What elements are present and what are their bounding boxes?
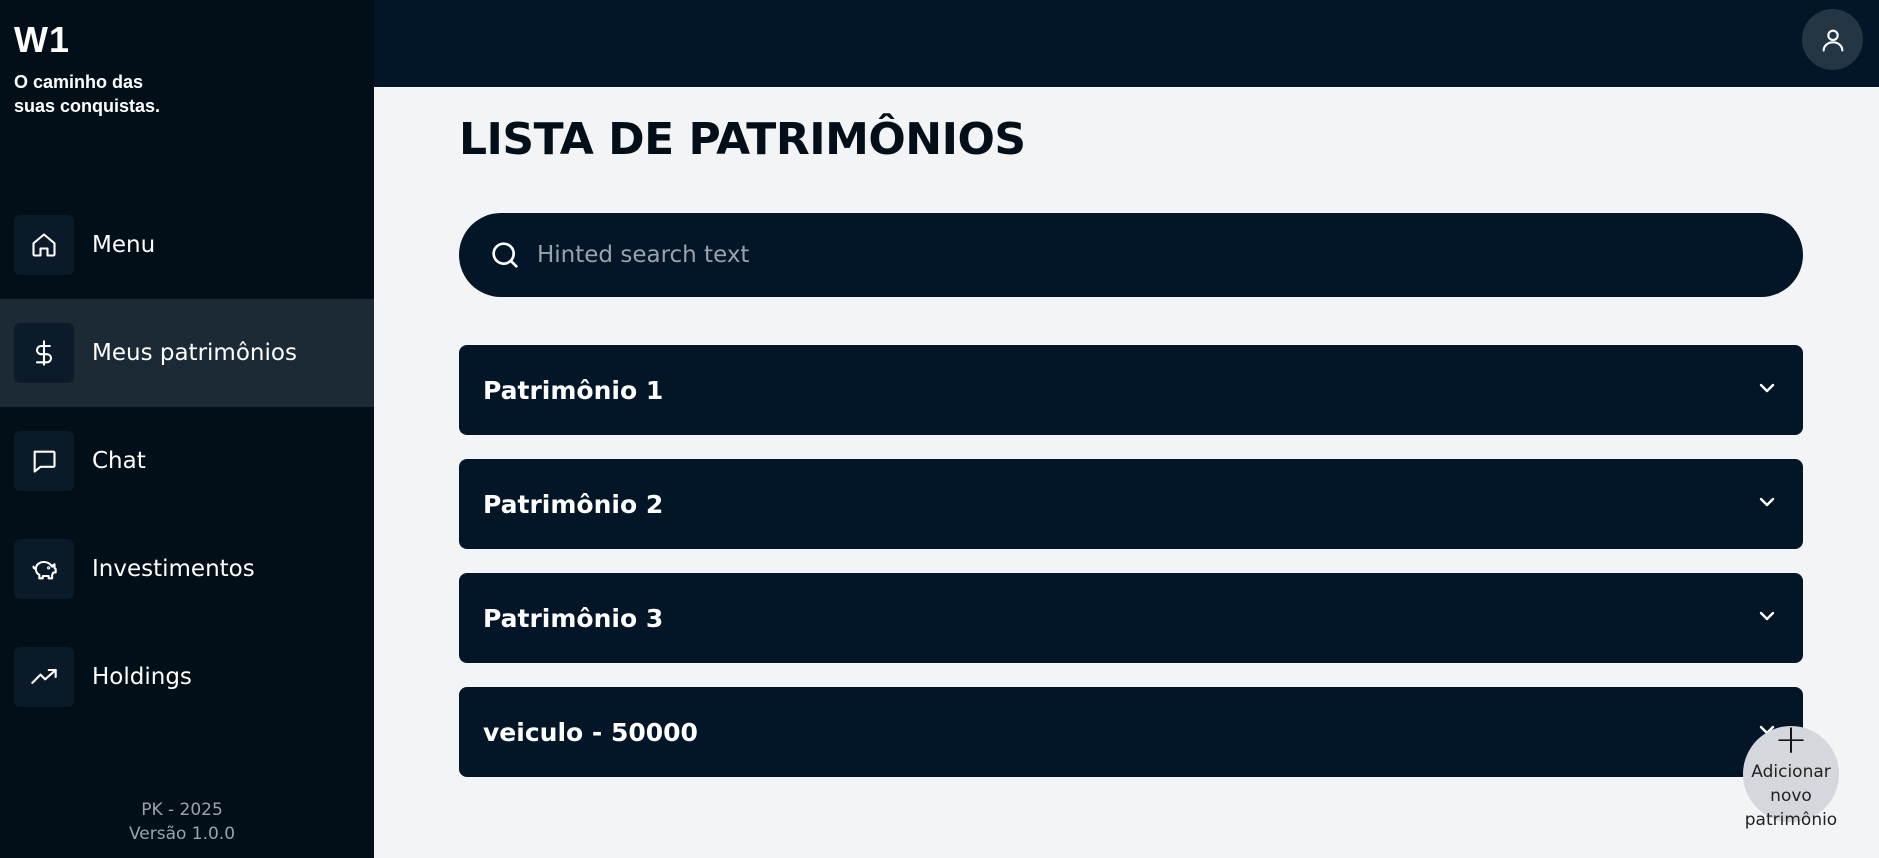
- asset-name: Patrimônio 3: [483, 603, 664, 633]
- plus-icon: +: [1774, 717, 1808, 763]
- sidebar-item-menu[interactable]: Menu: [0, 191, 374, 299]
- sidebar: W1 O caminho das suas conquistas. Menu M…: [0, 0, 374, 858]
- sidebar-item-holdings[interactable]: Holdings: [0, 623, 374, 731]
- page-title: LISTA DE PATRIMÔNIOS: [459, 114, 1026, 165]
- sidebar-item-chat[interactable]: Chat: [0, 407, 374, 515]
- sidebar-item-label: Investimentos: [92, 556, 255, 582]
- asset-name: Patrimônio 1: [483, 375, 664, 405]
- sidebar-nav: Menu Meus patrimônios Chat Investimentos…: [0, 191, 374, 731]
- sidebar-item-label: Chat: [92, 448, 146, 474]
- chevron-down-icon[interactable]: [1755, 376, 1779, 404]
- chevron-down-icon[interactable]: [1755, 604, 1779, 632]
- add-asset-label: Adicionar novo patrimônio: [1744, 762, 1838, 830]
- asset-accordion-item[interactable]: Patrimônio 1: [459, 345, 1803, 435]
- chevron-down-icon[interactable]: [1755, 490, 1779, 518]
- user-icon: [1822, 29, 1843, 52]
- sidebar-item-label: Menu: [92, 232, 156, 258]
- topbar: [374, 0, 1879, 87]
- sidebar-item-label: Holdings: [92, 664, 192, 690]
- trending-up-icon: [14, 647, 74, 707]
- asset-accordion-item[interactable]: Patrimônio 3: [459, 573, 1803, 663]
- search-icon: [492, 242, 518, 268]
- asset-name: Patrimônio 2: [483, 489, 664, 519]
- footer-company: PK - 2025: [141, 800, 223, 820]
- home-icon: [14, 215, 74, 275]
- brand-logo: W1: [14, 19, 70, 60]
- sidebar-footer: PK - 2025 Versão 1.0.0: [0, 798, 364, 846]
- sidebar-item-label: Meus patrimônios: [92, 340, 297, 366]
- asset-name: veiculo - 50000: [483, 717, 698, 747]
- add-asset-button[interactable]: + Adicionar novo patrimônio: [1743, 717, 1839, 830]
- footer-version: Versão 1.0.0: [128, 824, 236, 844]
- chat-icon: [14, 431, 74, 491]
- search-input[interactable]: [537, 242, 1737, 268]
- piggy-bank-icon: [14, 539, 74, 599]
- sidebar-item-investimentos[interactable]: Investimentos: [0, 515, 374, 623]
- search-bar[interactable]: [459, 213, 1803, 297]
- user-avatar-button[interactable]: [1802, 9, 1863, 70]
- brand: W1 O caminho das suas conquistas.: [14, 18, 174, 118]
- dollar-icon: [14, 323, 74, 383]
- sidebar-item-meus-patrimonios[interactable]: Meus patrimônios: [0, 299, 374, 407]
- brand-tagline: O caminho das suas conquistas.: [14, 72, 161, 116]
- asset-list: Patrimônio 1 Patrimônio 2 Patrimônio 3 v…: [459, 345, 1803, 801]
- asset-accordion-item[interactable]: veiculo - 50000: [459, 687, 1803, 777]
- asset-accordion-item[interactable]: Patrimônio 2: [459, 459, 1803, 549]
